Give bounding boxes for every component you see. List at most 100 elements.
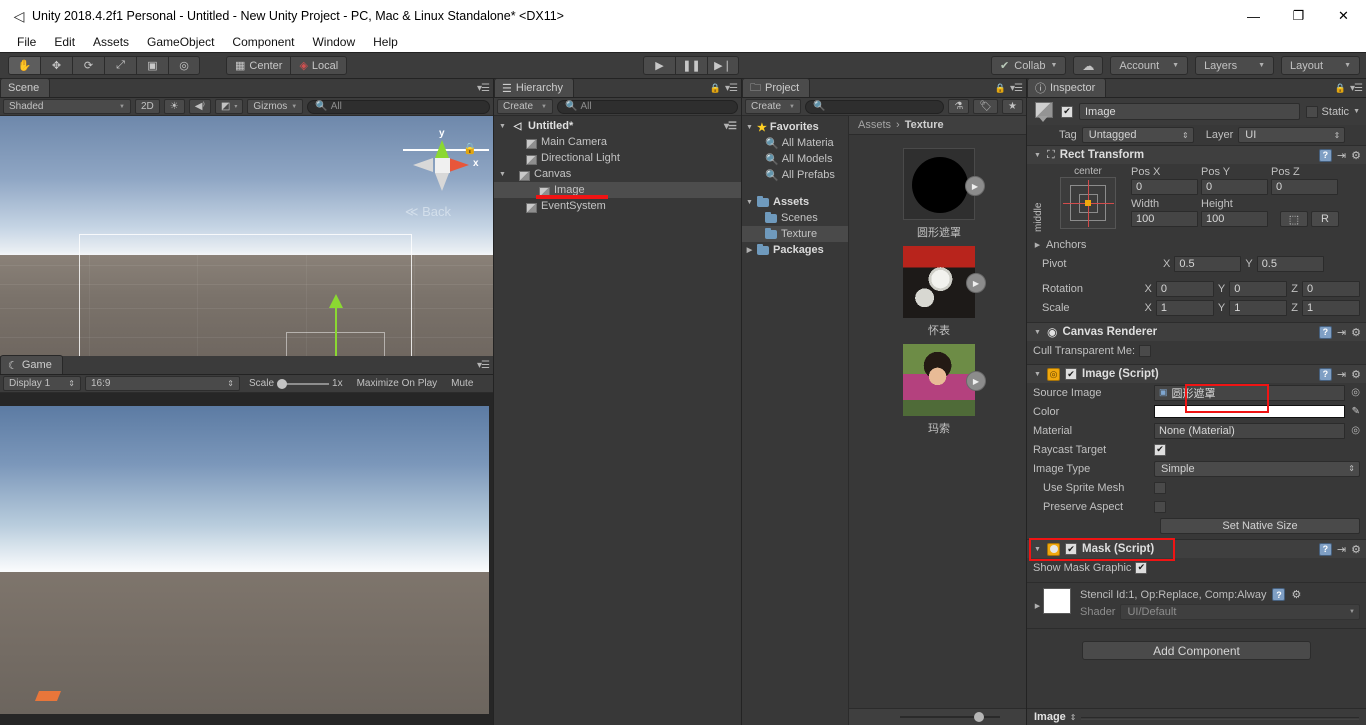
- blueprint-mode-button[interactable]: ⬚: [1280, 211, 1308, 227]
- hand-tool-button[interactable]: ✋: [8, 56, 40, 75]
- project-asset-grid[interactable]: Assets › Texture ▶ 圆形遮罩 ▶ 怀表: [849, 116, 1026, 725]
- scale-tool-button[interactable]: ⤢: [104, 56, 136, 75]
- expand-arrow-icon[interactable]: ▼: [745, 199, 754, 206]
- component-header-canvas-renderer[interactable]: ▼ ◉ Canvas Renderer ? ⇥ ⚙: [1027, 322, 1366, 341]
- inspector-preview-footer[interactable]: Image ⇕: [1027, 708, 1366, 725]
- static-toggle-group[interactable]: Static ▼: [1306, 106, 1360, 118]
- hierarchy-search-input[interactable]: 🔍 All: [557, 100, 738, 114]
- move-gizmo-y-head[interactable]: [329, 294, 343, 308]
- gizmo-axis-y-negative[interactable]: [435, 173, 449, 191]
- display-dropdown[interactable]: Display 1 ⇕: [3, 376, 81, 391]
- project-search-input[interactable]: 🔍: [805, 100, 944, 114]
- eyedropper-icon[interactable]: ✎: [1352, 406, 1360, 417]
- pivot-rotation-button[interactable]: ◈ Local: [290, 56, 347, 75]
- static-checkbox[interactable]: [1306, 106, 1318, 118]
- preserve-aspect-checkbox[interactable]: [1154, 501, 1166, 513]
- project-zoom-slider[interactable]: [900, 716, 1000, 718]
- gizmo-axis-x-negative[interactable]: [413, 158, 433, 172]
- scene-lighting-toggle[interactable]: ☀: [164, 99, 185, 114]
- gear-icon[interactable]: ⚙: [1351, 149, 1361, 162]
- cloud-button[interactable]: ☁: [1073, 56, 1103, 75]
- scale-slider[interactable]: [277, 379, 329, 389]
- close-button[interactable]: ✕: [1321, 0, 1366, 32]
- object-enabled-checkbox[interactable]: ✔: [1061, 106, 1073, 118]
- mute-audio-toggle[interactable]: Mute: [446, 376, 478, 391]
- shading-mode-dropdown[interactable]: Shaded ▼: [3, 99, 131, 114]
- help-icon[interactable]: ?: [1319, 368, 1332, 381]
- scale-x-field[interactable]: 1: [1156, 300, 1214, 316]
- game-panel-menu[interactable]: ▾☰: [477, 360, 489, 371]
- use-sprite-mesh-checkbox[interactable]: [1154, 482, 1166, 494]
- lock-icon[interactable]: 🔒: [710, 83, 721, 94]
- menu-item-edit[interactable]: Edit: [45, 32, 84, 52]
- filter-by-label-button[interactable]: 🏷: [973, 99, 998, 114]
- project-create-button[interactable]: Create ▼: [745, 99, 801, 114]
- asset-thumbnail[interactable]: ▶: [903, 246, 975, 318]
- pos-z-field[interactable]: 0: [1271, 179, 1338, 195]
- help-icon[interactable]: ?: [1319, 543, 1332, 556]
- gizmo-center-cube[interactable]: [435, 158, 450, 173]
- asset-item[interactable]: ▶ 怀表: [884, 246, 994, 338]
- scene-viewport[interactable]: ✻ y x 🔒 ≪ Back: [0, 116, 493, 356]
- scale-y-field[interactable]: 1: [1229, 300, 1287, 316]
- help-icon[interactable]: ?: [1272, 588, 1285, 601]
- image-type-dropdown[interactable]: Simple ⇕: [1154, 461, 1360, 477]
- rotate-tool-button[interactable]: ⟳: [72, 56, 104, 75]
- menu-item-component[interactable]: Component: [223, 32, 303, 52]
- expand-arrow-icon[interactable]: ▶: [1033, 602, 1042, 610]
- asset-preview-button[interactable]: ▶: [966, 371, 986, 391]
- tab-hierarchy[interactable]: ☰ Hierarchy: [494, 78, 574, 97]
- color-swatch[interactable]: [1154, 405, 1345, 418]
- menu-item-help[interactable]: Help: [364, 32, 407, 52]
- hierarchy-create-button[interactable]: Create ▼: [497, 99, 553, 114]
- scene-fx-dropdown[interactable]: ◩ ▾: [215, 99, 243, 114]
- raycast-target-checkbox[interactable]: ✔: [1154, 444, 1166, 456]
- tab-project[interactable]: 🗀 Project: [742, 78, 810, 97]
- transform-tool-button[interactable]: ◎: [168, 56, 200, 75]
- component-header-image-script[interactable]: ▼ ◎ ✔ Image (Script) ? ⇥ ⚙: [1027, 364, 1366, 383]
- pos-y-field[interactable]: 0: [1201, 179, 1268, 195]
- add-component-button[interactable]: Add Component: [1082, 641, 1311, 660]
- tab-game[interactable]: ☾ Game: [0, 355, 63, 374]
- expand-arrow-icon[interactable]: ▼: [1033, 152, 1042, 159]
- raw-edit-mode-button[interactable]: R: [1311, 211, 1339, 227]
- scene-context-menu-icon[interactable]: ▾☰: [724, 121, 736, 132]
- rotation-x-field[interactable]: 0: [1156, 281, 1214, 297]
- gear-icon[interactable]: ⚙: [1291, 588, 1301, 601]
- shader-dropdown[interactable]: UI/Default ▼: [1120, 604, 1360, 620]
- expand-arrow-icon[interactable]: ▶: [1033, 241, 1042, 249]
- breadcrumb-root[interactable]: Assets: [858, 119, 891, 131]
- expand-arrow-icon[interactable]: ▼: [1033, 329, 1042, 336]
- expand-arrow-icon[interactable]: ▶: [745, 246, 754, 254]
- gizmos-dropdown[interactable]: Gizmos ▼: [247, 99, 303, 114]
- expand-arrow-icon[interactable]: ▼: [498, 171, 507, 178]
- hierarchy-item-directional-light[interactable]: Directional Light: [494, 150, 741, 166]
- expand-arrow-icon[interactable]: ▼: [1033, 371, 1042, 378]
- width-field[interactable]: 100: [1131, 211, 1198, 227]
- account-button[interactable]: Account ▼: [1110, 56, 1188, 75]
- component-header-rect-transform[interactable]: ▼ ⛶ Rect Transform ? ⇥ ⚙: [1027, 145, 1366, 164]
- project-tree-texture[interactable]: Texture: [742, 226, 848, 242]
- chevron-down-icon[interactable]: ▼: [1353, 108, 1360, 115]
- project-tree-all-materials[interactable]: 🔍 All Materia: [742, 135, 848, 151]
- project-tree-favorites[interactable]: ▼ ★ Favorites: [742, 119, 848, 135]
- scale-slider-group[interactable]: Scale 1x: [244, 376, 348, 391]
- layer-dropdown[interactable]: UI ⇕: [1238, 127, 1345, 143]
- filter-by-type-button[interactable]: ⚗: [948, 99, 969, 114]
- pivot-mode-button[interactable]: ▦ Center: [226, 56, 290, 75]
- panel-menu-icon[interactable]: ▾☰: [1350, 83, 1362, 94]
- lock-icon[interactable]: 🔒: [995, 83, 1006, 94]
- project-tree-assets[interactable]: ▼ Assets: [742, 194, 848, 210]
- move-tool-button[interactable]: ✥: [40, 56, 72, 75]
- preset-icon[interactable]: ⇥: [1337, 326, 1346, 339]
- show-mask-graphic-checkbox[interactable]: ✔: [1135, 562, 1147, 574]
- project-tree-all-models[interactable]: 🔍 All Models: [742, 151, 848, 167]
- layers-button[interactable]: Layers ▼: [1195, 56, 1274, 75]
- pos-x-field[interactable]: 0: [1131, 179, 1198, 195]
- scene-search-input[interactable]: 🔍 All: [307, 100, 490, 114]
- object-picker-icon[interactable]: ◎: [1351, 387, 1360, 398]
- asset-thumbnail[interactable]: ▶: [903, 344, 975, 416]
- mask-enabled-checkbox[interactable]: ✔: [1065, 543, 1077, 555]
- play-button[interactable]: ▶: [643, 56, 675, 75]
- pause-button[interactable]: ❚❚: [675, 56, 707, 75]
